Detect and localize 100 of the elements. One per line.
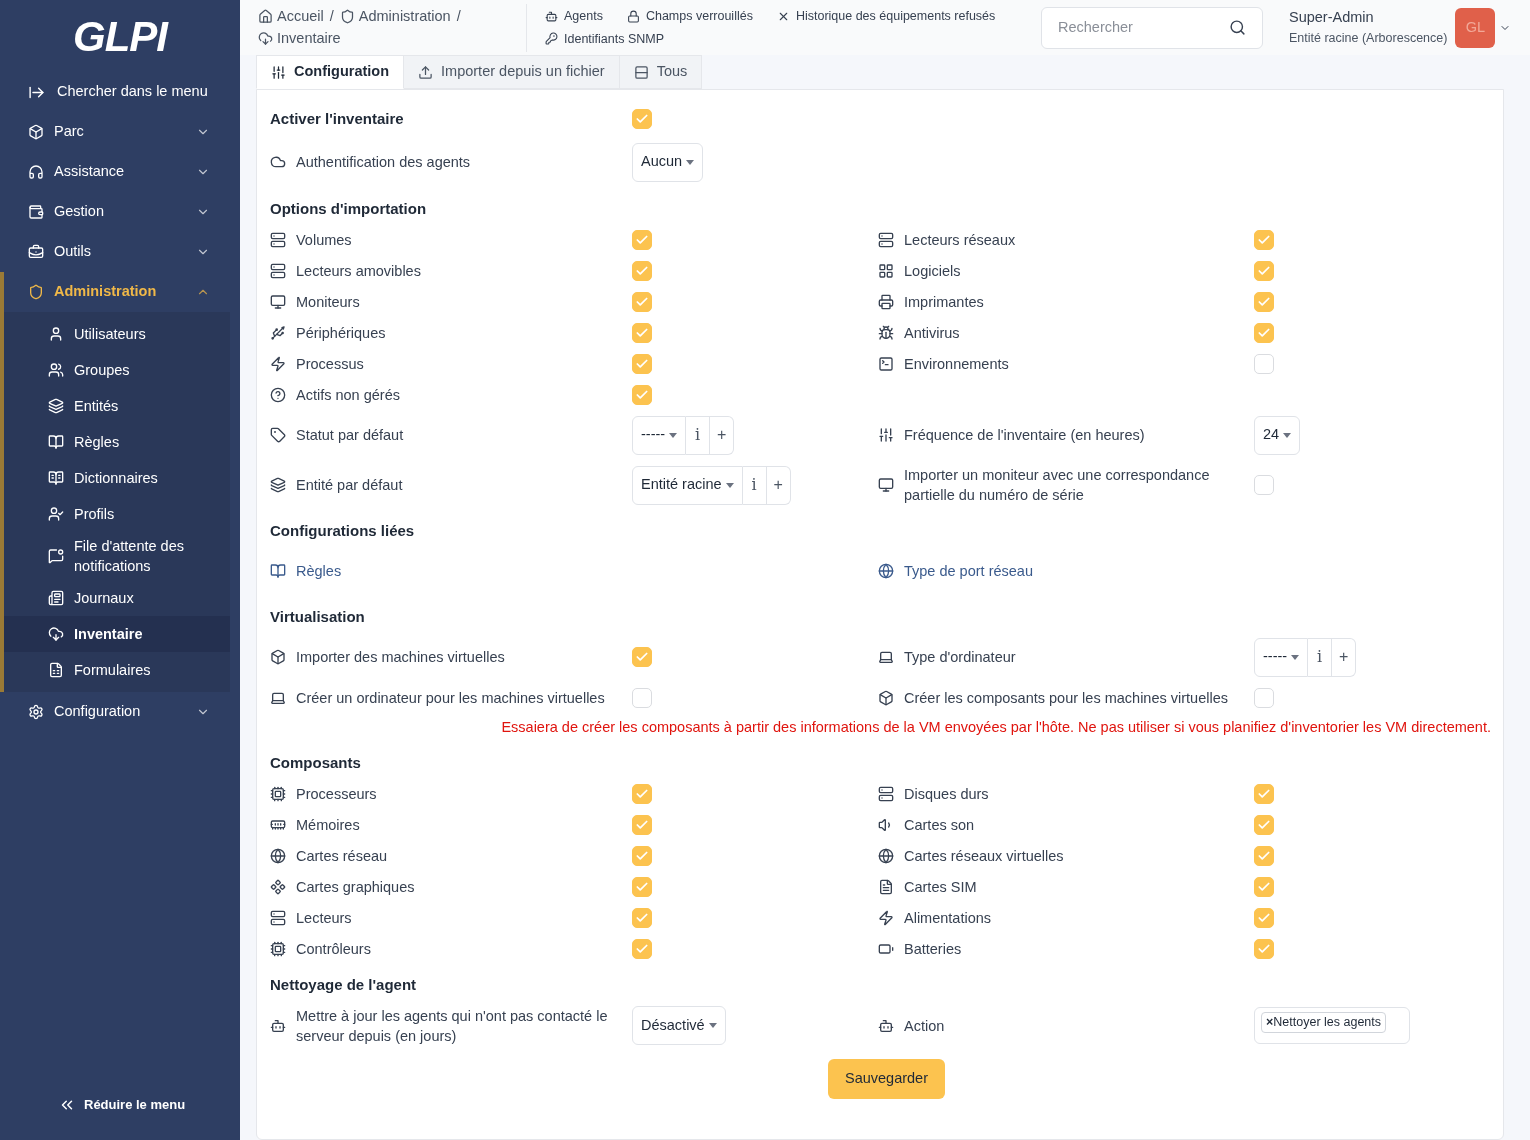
checkbox[interactable]: [1254, 229, 1274, 250]
checkbox[interactable]: [1254, 877, 1274, 898]
submenu-item[interactable]: Inventaire: [4, 616, 230, 652]
checkbox[interactable]: [632, 815, 652, 836]
checkbox[interactable]: [632, 384, 652, 405]
checkbox[interactable]: [1254, 908, 1274, 929]
field-label: Lecteurs: [296, 909, 352, 929]
checkbox[interactable]: [1254, 687, 1274, 708]
briefcase-icon: [28, 244, 44, 260]
checkbox[interactable]: [1254, 815, 1274, 836]
network-icon: [270, 848, 286, 865]
submenu-item[interactable]: Journaux: [4, 580, 230, 616]
user-name[interactable]: Super-Admin: [1289, 7, 1448, 29]
field-label: Volumes: [296, 230, 352, 250]
add-button[interactable]: +: [710, 415, 735, 455]
logo[interactable]: GLPI: [73, 4, 167, 68]
header-link[interactable]: Champs verrouillés: [645, 6, 753, 26]
checkbox[interactable]: [1254, 784, 1274, 805]
header-link[interactable]: Identifiants SNMP: [564, 29, 665, 49]
field-label: Batteries: [904, 940, 962, 960]
info-button[interactable]: i: [686, 415, 711, 455]
submenu-item[interactable]: Formulaires: [4, 652, 230, 688]
breadcrumb-link[interactable]: Accueil: [277, 5, 324, 28]
checkbox[interactable]: [1254, 322, 1274, 343]
field-label: Cartes son: [904, 816, 975, 836]
menu-item[interactable]: Outils: [0, 232, 240, 272]
checkbox[interactable]: [632, 908, 652, 929]
info-button[interactable]: i: [1308, 637, 1333, 677]
field-label: Actifs non gérés: [296, 385, 400, 405]
checkbox[interactable]: [632, 229, 652, 250]
submenu-item[interactable]: Utilisateurs: [4, 316, 230, 352]
submenu-item[interactable]: Profils: [4, 496, 230, 532]
submenu-item[interactable]: Entités: [4, 388, 230, 424]
storage-icon: [878, 786, 894, 803]
field-label: Fréquence de l'inventaire (en heures): [904, 426, 1145, 445]
menu-search-link[interactable]: Chercher dans le menu: [57, 81, 208, 103]
book-icon: [48, 434, 64, 450]
field-label: Environnements: [904, 354, 1009, 374]
tab[interactable]: Importer depuis un fichier: [404, 55, 620, 89]
checkbox[interactable]: [1254, 353, 1274, 374]
tab[interactable]: Configuration: [256, 55, 405, 89]
submenu-item[interactable]: File d'attente des notifications: [4, 532, 230, 580]
info-button[interactable]: i: [742, 465, 767, 505]
breadcrumb-link[interactable]: Administration: [358, 5, 451, 28]
header-link[interactable]: Agents: [564, 6, 603, 26]
user-check-icon: [48, 506, 64, 522]
caret-icon: [708, 1023, 717, 1029]
checkbox[interactable]: [1254, 846, 1274, 867]
field-label: Alimentations: [904, 909, 992, 929]
cloud-download-icon: [48, 626, 64, 642]
checkbox[interactable]: [632, 647, 652, 667]
checkbox[interactable]: [632, 784, 652, 805]
submenu-item[interactable]: Dictionnaires: [4, 460, 230, 496]
checkbox[interactable]: [632, 846, 652, 867]
menu-item[interactable]: Assistance: [0, 152, 240, 192]
select-field[interactable]: -----: [1254, 637, 1309, 677]
config-link[interactable]: Type de port réseau: [904, 561, 1033, 581]
save-button[interactable]: Sauvegarder: [828, 1058, 945, 1099]
checkbox[interactable]: [632, 260, 652, 281]
checkbox[interactable]: [1254, 939, 1274, 960]
checkbox[interactable]: [632, 109, 652, 129]
menu-item[interactable]: Administration: [4, 272, 240, 312]
tag-select-field[interactable]: ×Nettoyer les agents: [1254, 1007, 1410, 1045]
caret-icon: [669, 432, 678, 438]
checkbox[interactable]: [1254, 291, 1274, 312]
select-field[interactable]: Désactivé: [632, 1006, 726, 1046]
field-label: Importer des machines virtuelles: [296, 648, 505, 667]
select-field[interactable]: 24: [1254, 415, 1301, 455]
checkbox[interactable]: [632, 877, 652, 898]
config-link[interactable]: Règles: [296, 561, 342, 581]
field-label: Statut par défaut: [296, 426, 404, 445]
user-entity[interactable]: Entité racine (Arborescence): [1289, 29, 1448, 48]
checkbox[interactable]: [632, 291, 652, 312]
add-button[interactable]: +: [766, 465, 791, 505]
select-field[interactable]: Entité racine: [632, 465, 743, 505]
check-icon: [635, 650, 649, 664]
tag-chip[interactable]: ×Nettoyer les agents: [1261, 1012, 1386, 1033]
select-field[interactable]: -----: [632, 415, 687, 455]
remove-icon[interactable]: ×: [1266, 1013, 1274, 1032]
checkbox[interactable]: [1254, 475, 1274, 495]
robot-icon: [878, 1017, 894, 1034]
breadcrumb-link[interactable]: Inventaire: [277, 27, 341, 50]
checkbox[interactable]: [1254, 260, 1274, 281]
menu-item[interactable]: Parc: [0, 112, 240, 152]
submenu-item[interactable]: Règles: [4, 424, 230, 460]
checkbox[interactable]: [632, 939, 652, 960]
menu-item[interactable]: Gestion: [0, 192, 240, 232]
collapse-menu-link[interactable]: Réduire le menu: [84, 1095, 186, 1115]
header-link[interactable]: Historique des équipements refusés: [795, 6, 996, 26]
select-field[interactable]: Aucun: [632, 142, 704, 182]
add-button[interactable]: +: [1332, 637, 1357, 677]
field-label: Importer un moniteur avec une correspondance partielle du numéro de série: [904, 466, 1211, 505]
question-icon: [270, 386, 286, 403]
menu-item[interactable]: Configuration: [0, 692, 240, 732]
checkbox[interactable]: [632, 322, 652, 343]
checkbox[interactable]: [632, 687, 652, 708]
tab[interactable]: Tous: [619, 55, 703, 89]
field-label: Lecteurs réseaux: [904, 230, 1016, 250]
submenu-item[interactable]: Groupes: [4, 352, 230, 388]
checkbox[interactable]: [632, 353, 652, 374]
